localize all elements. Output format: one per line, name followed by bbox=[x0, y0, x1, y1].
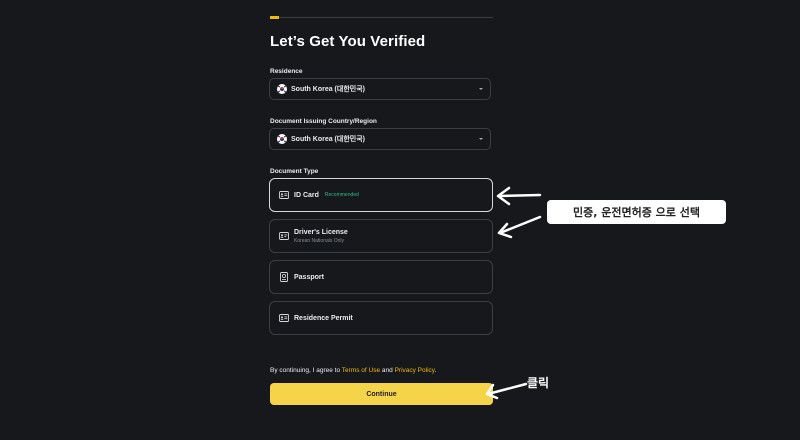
consent-text: By continuing, I agree to Terms of Use a… bbox=[270, 367, 436, 374]
page-title: Let’s Get You Verified bbox=[270, 33, 426, 50]
option-passport[interactable]: Passport bbox=[269, 260, 493, 294]
option-label: Driver's License bbox=[294, 228, 348, 236]
annotation-callout: 민증, 운전면허증 으로 선택 bbox=[547, 200, 726, 224]
option-label: ID Card bbox=[294, 191, 319, 199]
residence-label: Residence bbox=[270, 68, 303, 75]
south-korea-flag-icon bbox=[277, 84, 287, 94]
option-id-card[interactable]: ID Card Recommended bbox=[269, 178, 493, 212]
chevron-down-icon bbox=[479, 88, 483, 90]
option-drivers-license[interactable]: Driver's License Korean Nationals Only bbox=[269, 219, 493, 253]
consent-suffix: . bbox=[434, 367, 437, 374]
permit-icon bbox=[278, 313, 289, 324]
progress-fill bbox=[270, 16, 279, 19]
privacy-policy-link[interactable]: Privacy Policy bbox=[395, 367, 435, 374]
continue-button[interactable]: Continue bbox=[270, 383, 493, 405]
annotation-click-arrow bbox=[485, 382, 528, 400]
document-type-label: Document Type bbox=[270, 168, 319, 175]
issuing-country-value: South Korea (대한민국) bbox=[291, 136, 365, 143]
issuing-country-select[interactable]: South Korea (대한민국) bbox=[269, 128, 491, 150]
consent-and: and bbox=[380, 367, 395, 374]
progress-bar bbox=[270, 16, 493, 19]
passport-icon bbox=[278, 272, 289, 283]
option-label: Residence Permit bbox=[294, 314, 353, 322]
option-label: Passport bbox=[294, 273, 324, 281]
annotation-arrows bbox=[496, 186, 542, 239]
consent-prefix: By continuing, I agree to bbox=[270, 367, 342, 374]
residence-select[interactable]: South Korea (대한민국) bbox=[269, 78, 491, 100]
issuing-country-label: Document Issuing Country/Region bbox=[270, 118, 377, 125]
option-sublabel: Korean Nationals Only bbox=[294, 237, 345, 244]
id-card-icon bbox=[278, 190, 289, 201]
option-residence-permit[interactable]: Residence Permit bbox=[269, 301, 493, 335]
residence-value: South Korea (대한민국) bbox=[291, 86, 365, 93]
terms-of-use-link[interactable]: Terms of Use bbox=[342, 367, 380, 374]
license-icon bbox=[278, 231, 289, 242]
recommended-badge: Recommended bbox=[324, 192, 359, 198]
annotation-click-label: 클릭 bbox=[527, 376, 550, 390]
chevron-down-icon bbox=[479, 138, 483, 140]
south-korea-flag-icon bbox=[277, 134, 287, 144]
